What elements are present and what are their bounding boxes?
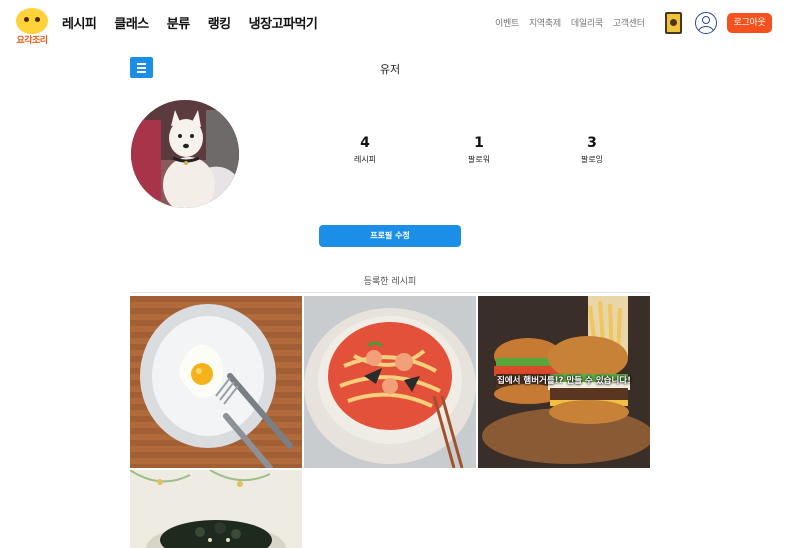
edit-profile-button[interactable]: 프로필 수정: [319, 225, 461, 247]
recipe-overlay-text: 집에서 햄버거를!? 만들 수 있습니다!: [496, 376, 631, 386]
stat-followers[interactable]: 1 팔로워: [439, 135, 519, 165]
main-nav: 레시피 클래스 분류 랭킹 냉장고파먹기: [62, 13, 318, 32]
avatar-body: [698, 26, 714, 33]
top-header: 요각조리 레시피 클래스 분류 랭킹 냉장고파먹기 이벤트 지역축제 데일리쿡 …: [0, 0, 788, 46]
utility-links: 이벤트 지역축제 데일리쿡 고객센터: [495, 16, 645, 29]
stat-recipes-label: 레시피: [353, 155, 377, 164]
nav-item-recipe[interactable]: 레시피: [62, 13, 97, 32]
profile-photo: [131, 100, 239, 208]
recipe-card-hamburger[interactable]: 집에서 햄버거를!? 만들 수 있습니다!: [478, 296, 650, 468]
stat-followers-count: 1: [474, 135, 484, 151]
logo-eye: [35, 17, 40, 22]
logo-text: 요각조리: [16, 36, 48, 46]
logo-face-icon: [16, 8, 48, 34]
nav-item-category[interactable]: 분류: [167, 13, 190, 32]
util-link-event[interactable]: 이벤트: [495, 16, 519, 29]
util-link-festival[interactable]: 지역축제: [529, 16, 561, 29]
stat-following[interactable]: 3 팔로잉: [552, 135, 632, 165]
recipe-card-fried-egg[interactable]: [130, 296, 302, 468]
stat-followers-label: 팔로워: [467, 155, 491, 164]
avatar-head: [702, 16, 710, 24]
section-divider: [130, 292, 650, 293]
stat-recipes[interactable]: 4 레시피: [325, 135, 405, 165]
profile-username: 유저: [379, 63, 401, 76]
nav-item-ranking[interactable]: 랭킹: [208, 13, 231, 32]
nav-item-class[interactable]: 클래스: [114, 13, 149, 32]
user-avatar-icon[interactable]: [695, 12, 717, 34]
stat-following-label: 팔로잉: [580, 155, 604, 164]
util-link-dailycook[interactable]: 데일리쿡: [571, 16, 603, 29]
logout-button[interactable]: 로그아웃: [727, 13, 772, 33]
logo-eye: [24, 17, 29, 22]
stat-recipes-count: 4: [360, 135, 370, 151]
recipe-card-seasoned-laver[interactable]: [130, 470, 302, 548]
menu-hamburger-icon[interactable]: [130, 57, 153, 78]
site-logo[interactable]: 요각조리: [14, 8, 50, 46]
nav-item-fridge[interactable]: 냉장고파먹기: [249, 13, 318, 32]
stat-following-count: 3: [587, 135, 597, 151]
registered-recipes-title: 등록한 레시피: [363, 277, 417, 287]
util-link-support[interactable]: 고객센터: [613, 16, 645, 29]
recipe-card-spicy-noodle[interactable]: [304, 296, 476, 468]
recipe-book-icon[interactable]: [665, 12, 682, 34]
